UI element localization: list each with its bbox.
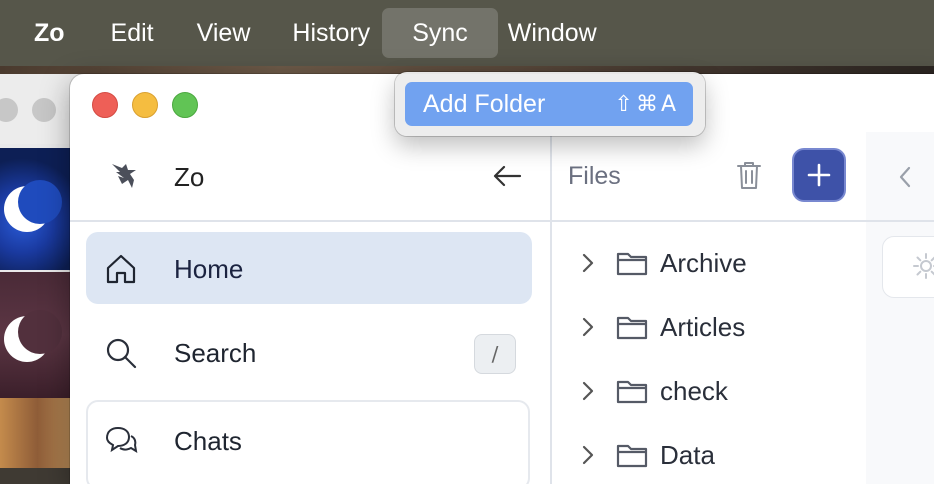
folder-icon [616,380,648,404]
wallpaper-thumbnail[interactable] [0,398,74,468]
app-name: Zo [174,162,205,192]
window-close-button[interactable] [92,92,118,118]
sidebar-item-chats[interactable]: Chats [86,400,530,484]
sidebar-header: Zo [70,132,550,222]
menu-item-shortcut: ⇧⌘A [614,91,679,117]
collapse-sidebar-icon[interactable] [490,160,526,192]
add-file-button[interactable] [792,148,846,202]
files-panel: Files Archive Articles check Data [550,132,868,484]
settings-card[interactable] [882,236,934,298]
sidebar-item-label: Search [174,338,257,368]
folder-name: Data [660,440,715,470]
search-icon [106,338,137,369]
folder-icon [616,444,648,468]
detail-panel-header [866,132,934,222]
folder-name: check [660,376,728,406]
window-zoom-button[interactable] [172,92,198,118]
gear-icon [913,253,934,279]
chat-bubbles-icon [105,426,138,453]
files-title: Files [568,162,621,190]
trash-icon[interactable] [734,158,764,192]
sidebar-item-label: Home [174,254,244,284]
sync-menu-dropdown: Add Folder ⇧⌘A [395,72,705,136]
files-header: Files [552,132,866,222]
sidebar: Zo Home Search / Chats [70,132,550,484]
chevron-left-icon[interactable] [896,164,914,190]
menu-item-add-folder[interactable]: Add Folder ⇧⌘A [405,82,693,126]
background-window-minimize-button[interactable] [32,98,56,122]
home-icon [106,254,136,284]
pegasus-logo-icon [112,164,136,188]
folder-icon [616,252,648,276]
sidebar-item-home[interactable]: Home [86,232,532,304]
folder-row[interactable]: Data [552,428,866,484]
moon-icon [4,310,62,362]
folder-row[interactable]: check [552,364,866,420]
chevron-right-icon[interactable] [580,316,596,338]
chevron-right-icon[interactable] [580,252,596,274]
menu-sync[interactable]: Sync [382,8,498,58]
folder-row[interactable]: Articles [552,300,866,356]
menu-window[interactable]: Window [498,8,607,58]
menu-history[interactable]: History [271,8,382,58]
folder-row[interactable]: Archive [552,236,866,292]
detail-panel [866,132,934,484]
folder-name: Archive [660,248,747,278]
folder-name: Articles [660,312,746,342]
folder-icon [616,316,648,340]
keyboard-shortcut-badge: / [474,334,516,374]
menu-item-label: Add Folder [423,89,546,118]
chevron-right-icon[interactable] [580,444,596,466]
moon-icon [4,180,62,232]
sidebar-item-label: Chats [174,426,242,456]
sidebar-item-search[interactable]: Search / [86,316,532,388]
menu-edit[interactable]: Edit [89,8,176,58]
window-minimize-button[interactable] [132,92,158,118]
chevron-right-icon[interactable] [580,380,596,402]
plus-icon [807,163,831,187]
menu-view[interactable]: View [176,8,272,58]
menu-bar: Zo Edit View History Sync Window [0,0,934,66]
menu-app-name[interactable]: Zo [0,8,89,58]
